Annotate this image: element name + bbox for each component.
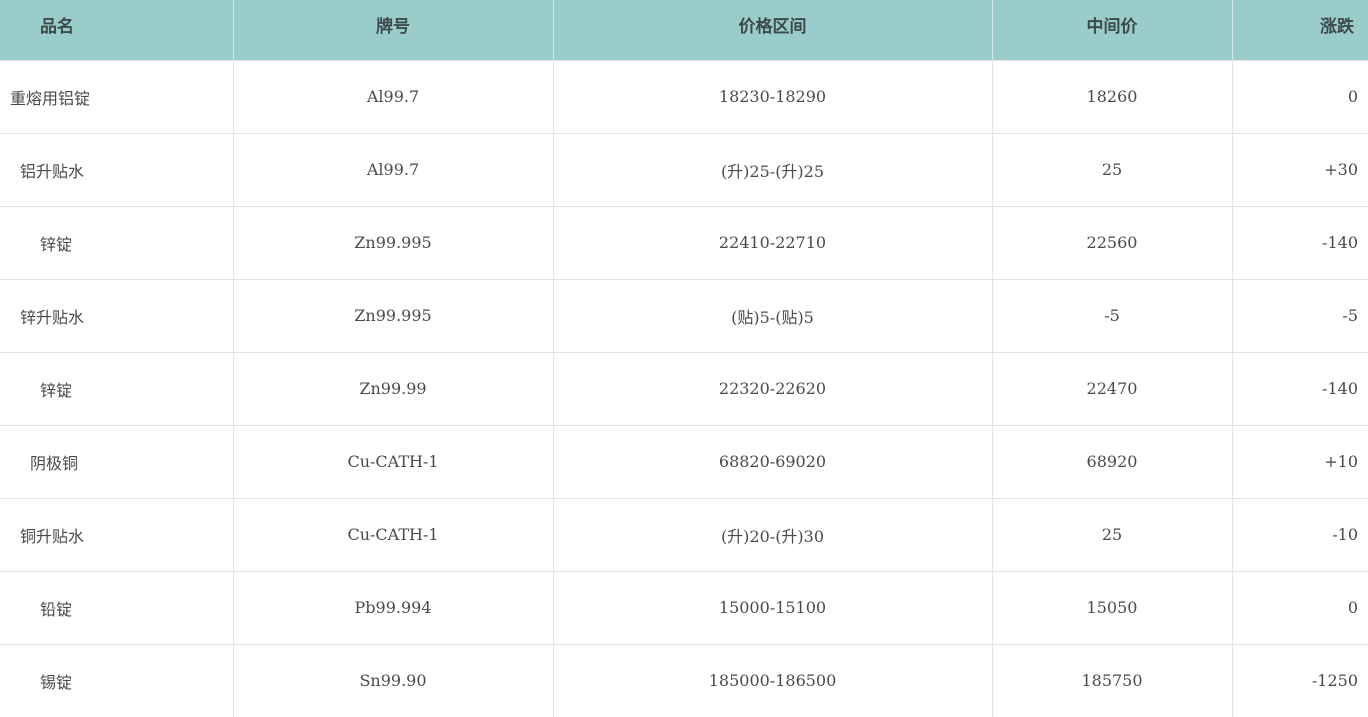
cell-mid-price: 22560: [991, 205, 1232, 279]
table-row: 铝升贴水 Al99.7 (升)25-(升)25 25 +30: [0, 132, 1368, 206]
cell-price-range: 18230-18290: [552, 59, 992, 133]
cell-grade: Zn99.995: [232, 278, 553, 352]
cell-mid-price: 68920: [991, 424, 1232, 498]
cell-mid-price: 25: [991, 132, 1232, 206]
header-row: 品名 牌号 价格区间 中间价 涨跌: [0, 0, 1368, 60]
table-header: 品名 牌号 价格区间 中间价 涨跌: [0, 0, 1368, 60]
header-mid-price: 中间价: [991, 0, 1232, 60]
header-grade: 牌号: [232, 0, 553, 60]
table-row: 铅锭 Pb99.994 15000-15100 15050 0: [0, 570, 1368, 644]
cell-grade: Cu-CATH-1: [232, 497, 553, 571]
header-price-range: 价格区间: [552, 0, 992, 60]
cell-price-range: 22320-22620: [552, 351, 992, 425]
cell-grade: Al99.7: [232, 59, 553, 133]
cell-mid-price: 25: [991, 497, 1232, 571]
cell-product-name: 锌锭: [0, 205, 233, 279]
cell-change: +30: [1231, 132, 1368, 206]
table-row: 锌升贴水 Zn99.995 (贴)5-(贴)5 -5 -5: [0, 278, 1368, 352]
cell-change: -5: [1231, 278, 1368, 352]
table-row: 锌锭 Zn99.99 22320-22620 22470 -140: [0, 351, 1368, 425]
table-body: 重熔用铝锭 Al99.7 18230-18290 18260 0 铝升贴水 Al99.7 (升…: [0, 59, 1368, 717]
table-row: 锌锭 Zn99.995 22410-22710 22560 -140: [0, 205, 1368, 279]
cell-grade: Zn99.995: [232, 205, 553, 279]
header-product-name: 品名: [40, 17, 74, 37]
cell-grade: Zn99.99: [232, 351, 553, 425]
cell-change: +10: [1231, 424, 1368, 498]
cell-product-name: 锌升贴水: [0, 278, 233, 352]
table-row: 铜升贴水 Cu-CATH-1 (升)20-(升)30 25 -10: [0, 497, 1368, 571]
cell-mid-price: 15050: [991, 570, 1232, 644]
cell-price-range: 185000-186500: [552, 643, 992, 717]
cell-product-name: 铅锭: [0, 570, 233, 644]
metal-price-table: 品名 牌号 价格区间 中间价 涨跌 重熔用铝锭 Al99.7 18230-18290…: [0, 0, 1368, 717]
cell-product-name: 铝升贴水: [0, 132, 233, 206]
cell-change: -10: [1231, 497, 1368, 571]
cell-product-name: 铜升贴水: [0, 497, 233, 571]
cell-grade: Pb99.994: [232, 570, 553, 644]
cell-mid-price: 185750: [991, 643, 1232, 717]
cell-product-name: 锌锭: [0, 351, 233, 425]
cell-price-range: 68820-69020: [552, 424, 992, 498]
cell-grade: Sn99.90: [232, 643, 553, 717]
cell-product-name: 重熔用铝锭: [0, 59, 233, 133]
table-row: 重熔用铝锭 Al99.7 18230-18290 18260 0: [0, 59, 1368, 133]
cell-grade: Al99.7: [232, 132, 553, 206]
cell-change: -140: [1231, 351, 1368, 425]
table-row: 锡锭 Sn99.90 185000-186500 185750 -1250: [0, 643, 1368, 717]
cell-price-range: (升)20-(升)30: [552, 497, 992, 571]
cell-change: 0: [1231, 570, 1368, 644]
cell-mid-price: -5: [991, 278, 1232, 352]
header-change: 涨跌: [1231, 0, 1368, 60]
cell-change: -1250: [1231, 643, 1368, 717]
cell-mid-price: 18260: [991, 59, 1232, 133]
cell-mid-price: 22470: [991, 351, 1232, 425]
cell-price-range: (贴)5-(贴)5: [552, 278, 992, 352]
cell-product-name: 锡锭: [0, 643, 233, 717]
cell-grade: Cu-CATH-1: [232, 424, 553, 498]
cell-price-range: 15000-15100: [552, 570, 992, 644]
cell-product-name: 阴极铜: [0, 424, 233, 498]
cell-price-range: (升)25-(升)25: [552, 132, 992, 206]
cell-change: -140: [1231, 205, 1368, 279]
table-row: 阴极铜 Cu-CATH-1 68820-69020 68920 +10: [0, 424, 1368, 498]
cell-price-range: 22410-22710: [552, 205, 992, 279]
cell-change: 0: [1231, 59, 1368, 133]
